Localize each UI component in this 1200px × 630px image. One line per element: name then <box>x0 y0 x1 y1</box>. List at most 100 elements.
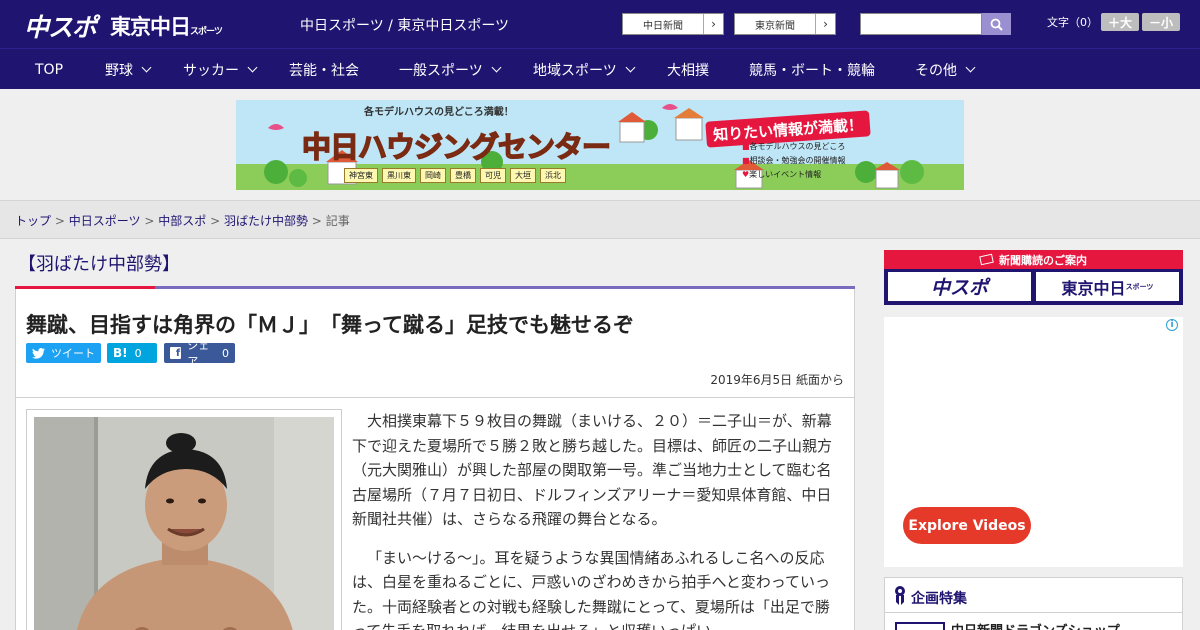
subscription-header: 新聞購読のご案内 <box>884 250 1183 269</box>
tokyo-chunichi-logo-text: 東京中日 <box>110 15 191 39</box>
subscription-tokyo-chunichi-logo[interactable]: 東京中日 スポーツ <box>1036 272 1179 301</box>
location-tag: 黒川東 <box>382 168 416 183</box>
nav-item-sumo[interactable]: 大相撲 <box>667 49 709 90</box>
breadcrumb-current: 記事 <box>325 214 350 228</box>
location-tag: 岡崎 <box>420 168 446 183</box>
location-tag: 豊橋 <box>450 168 476 183</box>
breadcrumb-bar: トップ > 中日スポーツ > 中部スポ > 羽ばたけ中部勢 > 記事 <box>0 200 1200 239</box>
location-tag: 大垣 <box>510 168 536 183</box>
facebook-share-button[interactable]: f シェア 0 <box>164 339 235 368</box>
twitter-icon <box>32 347 45 359</box>
search-button[interactable] <box>982 13 1011 35</box>
facebook-icon: f <box>170 347 182 359</box>
breadcrumb-link-chubu-spo[interactable]: 中部スポ <box>158 214 206 228</box>
chevron-down-icon <box>491 62 502 73</box>
nav-item-entertainment[interactable]: 芸能・社会 <box>289 49 359 90</box>
nav-item-label: TOP <box>35 61 64 78</box>
facebook-count: 0 <box>222 346 229 360</box>
chevron-down-icon <box>141 62 152 73</box>
article-body: 大相撲東幕下５９枚目の舞蹴（まいける、２０）＝二子山＝が、新幕下で迎えた夏場所で… <box>352 409 840 630</box>
nav-item-top[interactable]: TOP <box>35 49 63 90</box>
banner-locations: 神宮東 黒川東 岡崎 豊橋 可児 大垣 浜北 <box>344 168 566 183</box>
article-headline: 舞蹴、目指すは角界の「ＭＪ」 「舞って蹴る」足技でも魅せるぞ <box>26 313 634 337</box>
nav-item-label: 地域スポーツ <box>533 62 617 79</box>
nav-item-other[interactable]: その他 <box>915 49 976 90</box>
banner-top-text: 各モデルハウスの見どころ満載！ <box>364 107 514 118</box>
chevron-down-icon <box>965 62 976 73</box>
housing-center-banner[interactable]: 各モデルハウスの見どころ満載！ 中日ハウジングセンター 知りたい情報が満載！ 神… <box>236 100 964 190</box>
breadcrumb-separator: > <box>54 214 65 228</box>
feature-section-title: 企画特集 <box>911 591 967 607</box>
breadcrumb-link-habatake[interactable]: 羽ばたけ中部勢 <box>224 214 308 228</box>
chevron-down-icon <box>625 62 636 73</box>
banner-title: 中日ハウジングセンター <box>301 129 612 165</box>
hatena-count: 0 <box>134 346 142 360</box>
nav-item-baseball[interactable]: 野球 <box>105 49 152 90</box>
article-paragraph: 大相撲東幕下５９枚目の舞蹴（まいける、２０）＝二子山＝が、新幕下で迎えた夏場所で… <box>352 412 833 528</box>
nav-item-label: 一般スポーツ <box>399 62 483 79</box>
feature-item-thumbnail[interactable] <box>895 622 945 630</box>
explore-videos-button[interactable]: Explore Videos <box>903 507 1031 544</box>
tweet-label: ツイート <box>51 347 95 360</box>
chunichi-shimbun-label: 中日新聞 <box>643 20 683 32</box>
search-icon <box>990 18 1003 31</box>
font-larger-button[interactable]: ＋大 <box>1101 13 1139 31</box>
article-photo[interactable] <box>34 417 334 630</box>
font-size-label: 文字（0） <box>1047 16 1098 29</box>
section-title: 【羽ばたけ中部勢】 <box>18 254 180 275</box>
ribbon-icon <box>895 586 905 605</box>
article-paragraph: 「まい～ける～」。耳を疑うような異国情緒あふれるしこ名への反応は、白星を重ねるご… <box>352 548 831 630</box>
nav-item-soccer[interactable]: サッカー <box>183 49 258 90</box>
top-header: 中スポ 東京中日スポーツ 中日スポーツ / 東京中日スポーツ 中日新聞 › 東京… <box>0 0 1200 48</box>
tweet-button[interactable]: ツイート <box>26 343 101 363</box>
wrestler-photo-illustration <box>34 417 334 630</box>
feature-divider <box>885 612 1182 613</box>
breadcrumb-separator: > <box>210 214 221 228</box>
nav-item-label: サッカー <box>183 62 239 79</box>
article-divider <box>16 397 854 398</box>
subscription-chuspo-logo[interactable]: 中スポ <box>888 272 1031 301</box>
site-title: 中日スポーツ / 東京中日スポーツ <box>300 18 510 34</box>
newspaper-icon <box>979 253 994 266</box>
video-ad: i Explore Videos <box>884 317 1183 567</box>
banner-feature: ■各モデルハウスの見どころ <box>742 142 846 151</box>
article: 舞蹴、目指すは角界の「ＭＪ」 「舞って蹴る」足技でも魅せるぞ ツイート B! 0… <box>15 289 855 630</box>
subscription-box[interactable]: 新聞購読のご案内 中スポ 東京中日 スポーツ <box>884 250 1183 305</box>
chevron-right-icon: › <box>815 14 835 34</box>
breadcrumb-separator: > <box>144 214 155 228</box>
facebook-share-label: シェア <box>187 339 210 368</box>
subscription-tokyo-logo-small: スポーツ <box>1125 282 1154 291</box>
chunichi-shimbun-link[interactable]: 中日新聞 › <box>622 13 724 35</box>
location-tag: 可児 <box>480 168 506 183</box>
breadcrumb-separator: > <box>311 214 322 228</box>
article-photo-frame <box>26 409 342 630</box>
chevron-right-icon: › <box>703 14 723 34</box>
tokyo-shimbun-link[interactable]: 東京新聞 › <box>734 13 836 35</box>
banner-features: ■各モデルハウスの見どころ ■相談会・勉強会の開催情報 ♥楽しいイベント情報 <box>742 140 846 182</box>
breadcrumb-link-top[interactable]: トップ <box>15 214 51 228</box>
nav-item-local-sports[interactable]: 地域スポーツ <box>533 49 636 90</box>
feature-section: 企画特集 中日新聞ドラゴンズショップ <box>884 577 1183 630</box>
search-input[interactable] <box>860 13 982 35</box>
font-smaller-button[interactable]: －小 <box>1142 13 1180 31</box>
subscription-tokyo-logo-text: 東京中日 <box>1061 278 1126 298</box>
nav-item-label: 野球 <box>105 62 133 79</box>
tokyo-chunichi-logo-small: スポーツ <box>190 27 223 37</box>
tokyo-chunichi-logo[interactable]: 東京中日スポーツ <box>110 11 223 41</box>
banner-feature-text: 相談会・勉強会の開催情報 <box>749 156 846 165</box>
chuspo-logo[interactable]: 中スポ <box>24 8 97 44</box>
nav-item-racing[interactable]: 競馬・ボート・競輪 <box>749 49 875 90</box>
main-nav: TOP 野球 サッカー 芸能・社会 一般スポーツ 地域スポーツ 大相撲 競馬・ボ… <box>0 48 1200 89</box>
feature-item-dragons-shop[interactable]: 中日新聞ドラゴンズショップ <box>951 620 1120 630</box>
breadcrumb-link-chunichi-sports[interactable]: 中日スポーツ <box>69 214 141 228</box>
nav-item-general-sports[interactable]: 一般スポーツ <box>399 49 502 90</box>
hatena-icon: B! <box>113 346 128 360</box>
banner-feature: ♥楽しいイベント情報 <box>742 170 822 179</box>
nav-item-label: その他 <box>915 62 957 79</box>
breadcrumb: トップ > 中日スポーツ > 中部スポ > 羽ばたけ中部勢 > 記事 <box>15 212 350 229</box>
chevron-down-icon <box>247 62 258 73</box>
banner-feature-text: 楽しいイベント情報 <box>749 170 822 179</box>
article-dateline: 2019年6月5日 紙面から <box>710 373 844 387</box>
hatena-bookmark-button[interactable]: B! 0 <box>107 343 157 363</box>
ad-info-icon[interactable]: i <box>1166 319 1178 331</box>
